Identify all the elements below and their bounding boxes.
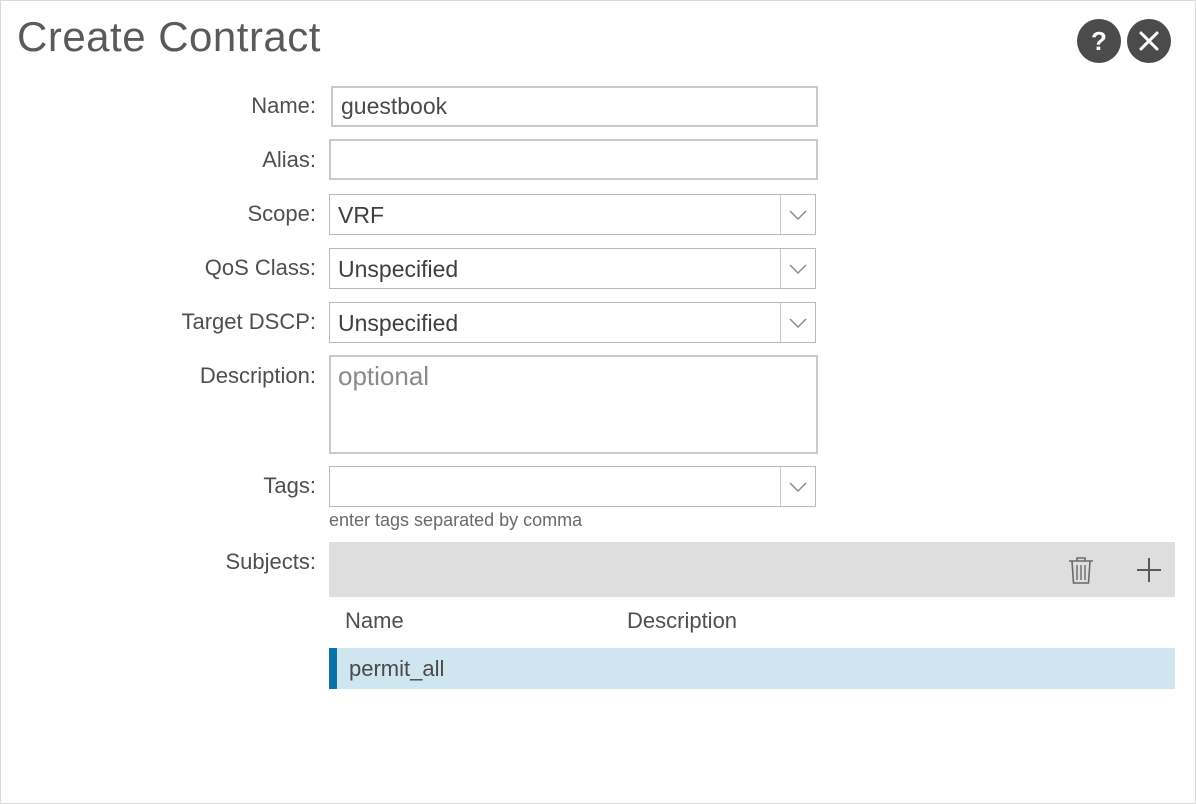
subject-name-cell: permit_all — [349, 656, 445, 681]
close-button[interactable] — [1127, 19, 1171, 63]
close-icon — [1139, 31, 1159, 51]
chevron-down-icon — [789, 263, 807, 274]
chevron-down-icon — [789, 317, 807, 328]
scope-select[interactable]: VRF — [329, 194, 816, 235]
question-mark-icon: ? — [1091, 26, 1107, 56]
scope-value: VRF — [338, 202, 384, 228]
target-dscp-dropdown-toggle[interactable] — [780, 303, 815, 342]
qos-class-label: QoS Class: — [204, 255, 316, 280]
chevron-down-icon — [789, 481, 807, 492]
qos-class-dropdown-toggle[interactable] — [780, 249, 815, 288]
name-input[interactable] — [333, 88, 816, 125]
name-label: Name: — [251, 93, 316, 118]
qos-class-select[interactable]: Unspecified — [329, 248, 816, 289]
target-dscp-label: Target DSCP: — [181, 309, 317, 334]
target-dscp-value: Unspecified — [338, 310, 459, 336]
alias-input[interactable] — [331, 141, 816, 178]
column-header-name[interactable]: Name — [345, 608, 404, 634]
tags-hint: enter tags separated by comma — [329, 510, 583, 530]
subjects-label: Subjects: — [225, 549, 317, 574]
selection-indicator — [329, 648, 337, 689]
plus-icon — [1137, 558, 1161, 582]
add-subject-button[interactable] — [1133, 554, 1165, 586]
description-label: Description: — [199, 363, 316, 388]
tags-select[interactable] — [329, 466, 816, 507]
alias-label: Alias: — [262, 147, 316, 172]
description-textarea[interactable] — [329, 355, 818, 454]
delete-subject-button[interactable] — [1065, 554, 1097, 586]
name-field-wrapper — [331, 86, 818, 127]
scope-label: Scope: — [247, 201, 317, 226]
tags-label: Tags: — [263, 473, 316, 498]
scope-dropdown-toggle[interactable] — [780, 195, 815, 234]
alias-field-wrapper — [329, 139, 818, 180]
qos-class-value: Unspecified — [338, 256, 459, 282]
tags-dropdown-toggle[interactable] — [780, 467, 815, 506]
chevron-down-icon — [789, 209, 807, 220]
help-button[interactable]: ? — [1077, 19, 1121, 63]
subjects-toolbar — [329, 542, 1175, 597]
trash-icon — [1069, 557, 1093, 584]
dialog-title: Create Contract — [17, 13, 321, 60]
target-dscp-select[interactable]: Unspecified — [329, 302, 816, 343]
table-row[interactable]: permit_all — [329, 648, 1175, 689]
column-header-description[interactable]: Description — [627, 608, 737, 634]
create-contract-dialog: Create Contract ? Name: Alias: Scope: VR… — [0, 0, 1196, 804]
